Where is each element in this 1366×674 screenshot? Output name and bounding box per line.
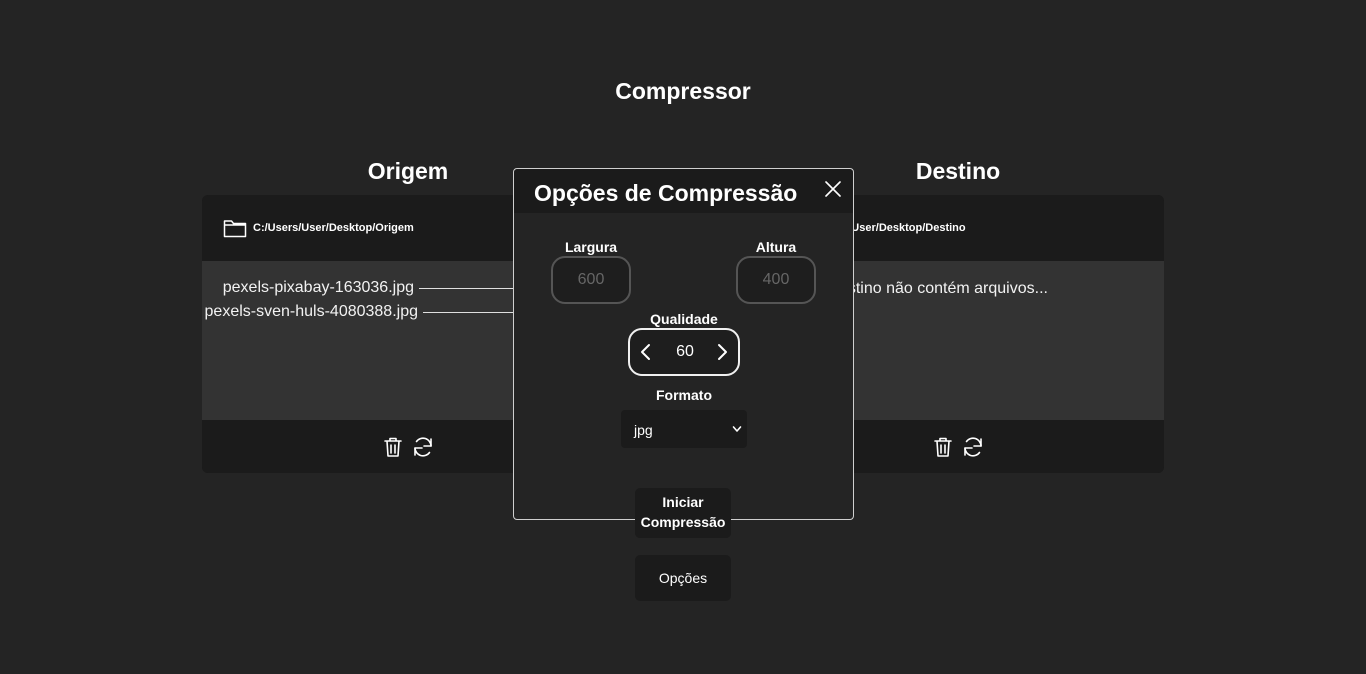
modal-header: Opções de Compressão xyxy=(514,169,853,213)
file-name: pexels-sven-huls-4080388.jpg xyxy=(204,303,418,320)
chevron-left-icon[interactable] xyxy=(636,342,656,362)
connector-line xyxy=(419,287,514,289)
compression-options-modal: Opções de Compressão Largura Altura Qual… xyxy=(513,168,854,520)
qualidade-label: Qualidade xyxy=(650,311,718,327)
list-item[interactable]: pexels-pixabay-163036.jpg xyxy=(223,279,514,297)
file-name: pexels-pixabay-163036.jpg xyxy=(222,279,414,296)
close-icon[interactable] xyxy=(825,181,841,197)
altura-input[interactable] xyxy=(736,256,816,304)
list-item[interactable]: pexels-sven-huls-4080388.jpg xyxy=(205,303,514,321)
origem-title: Origem xyxy=(367,158,449,184)
qualidade-value: 60 xyxy=(676,343,694,360)
altura-label: Altura xyxy=(755,239,797,255)
trash-icon[interactable] xyxy=(381,435,405,459)
largura-label: Largura xyxy=(564,239,618,255)
trash-icon[interactable] xyxy=(931,435,955,459)
origem-path: C:/Users/User/Desktop/Origem xyxy=(253,222,414,234)
modal-title: Opções de Compressão xyxy=(534,180,798,206)
app-title: Compressor xyxy=(615,78,751,104)
formato-label: Formato xyxy=(656,387,712,403)
formato-select[interactable]: jpg xyxy=(621,410,747,448)
app: Compressor Origem Destino C:/Users/User/… xyxy=(0,0,1366,674)
refresh-icon[interactable] xyxy=(961,435,985,459)
qualidade-stepper: 60 xyxy=(628,328,740,376)
start-compression-button-overlay[interactable]: Iniciar Compressão xyxy=(635,488,731,538)
connector-line xyxy=(423,311,514,313)
destino-title: Destino xyxy=(915,158,1001,184)
options-button[interactable]: Opções xyxy=(635,555,731,601)
formato-value: jpg xyxy=(634,422,653,438)
folder-icon[interactable] xyxy=(223,218,247,238)
chevron-right-icon[interactable] xyxy=(712,342,732,362)
refresh-icon[interactable] xyxy=(411,435,435,459)
largura-input[interactable] xyxy=(551,256,631,304)
chevron-down-icon xyxy=(732,426,742,432)
